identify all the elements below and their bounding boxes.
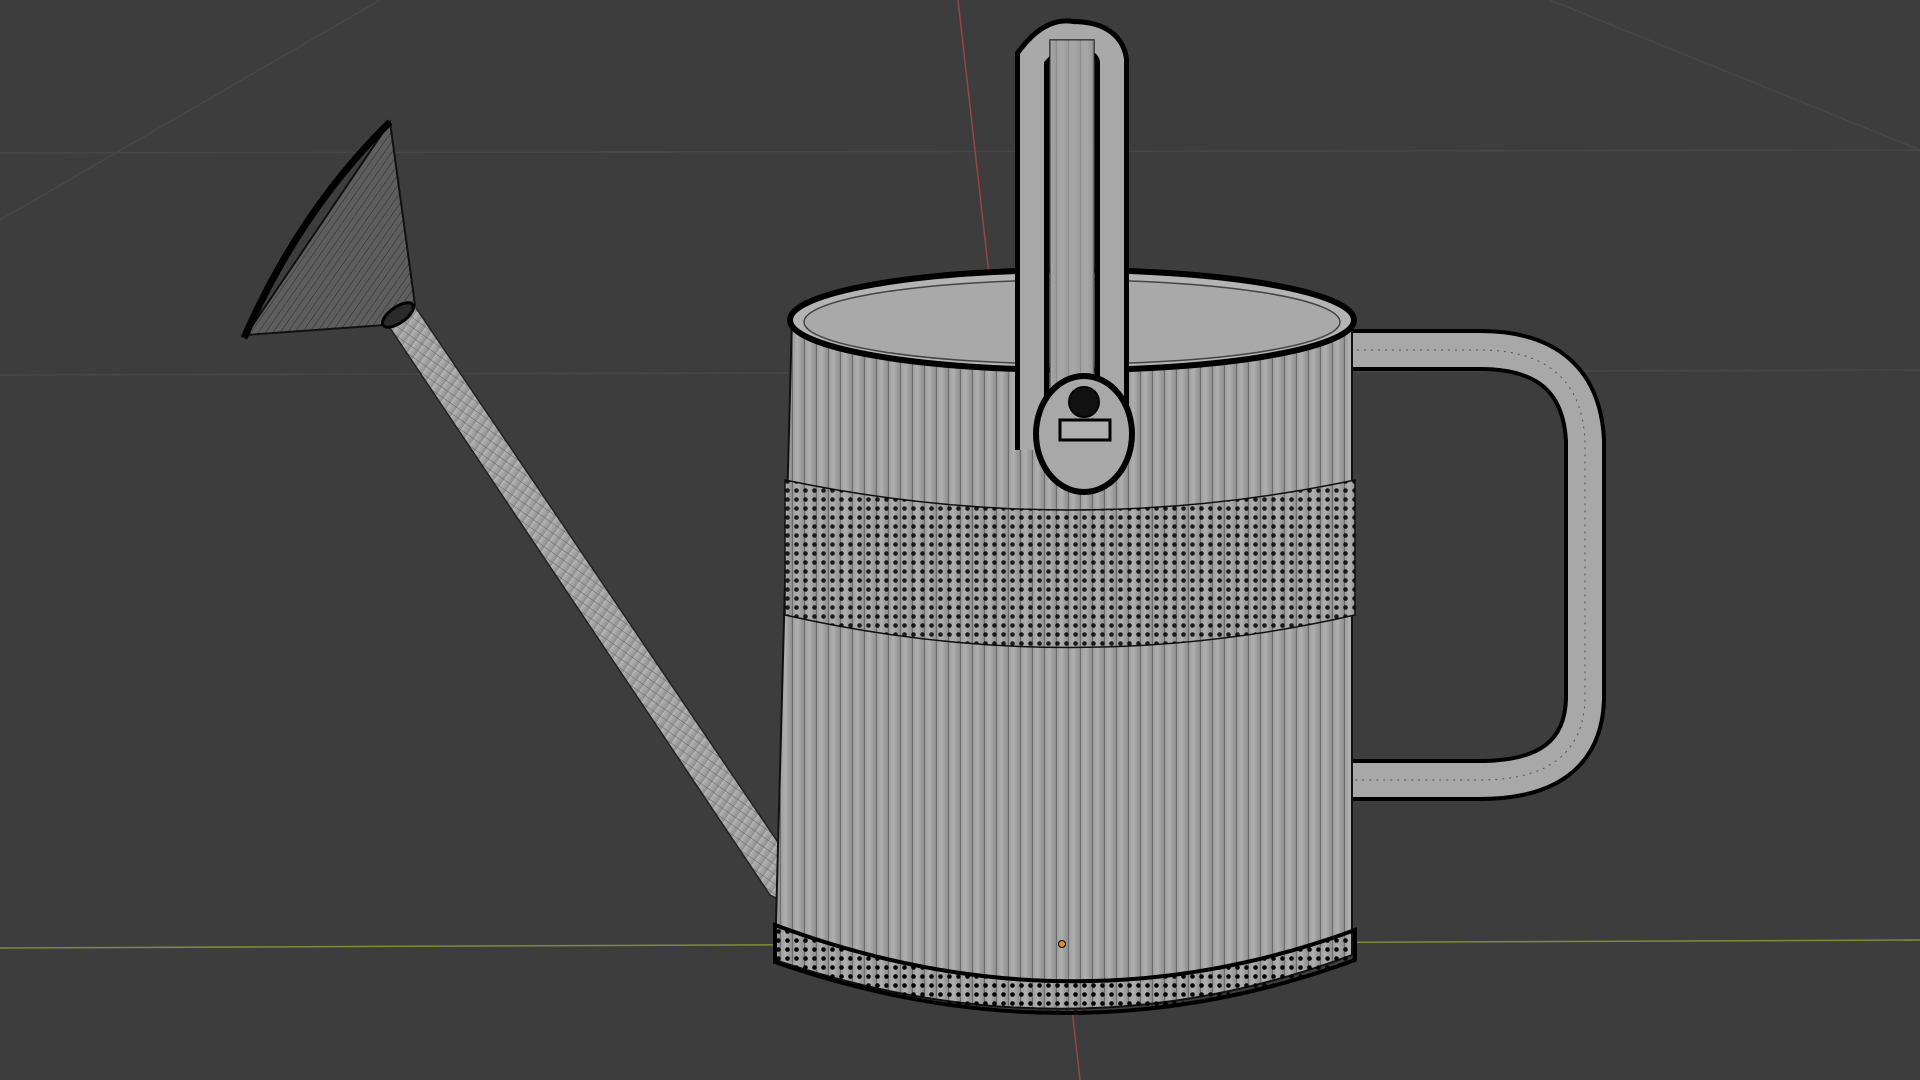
handle-hinge-plate <box>1033 373 1135 495</box>
hinge-rivet-icon <box>1068 386 1100 418</box>
rear-handle[interactable] <box>1350 329 1606 801</box>
object-origin[interactable] <box>1058 940 1066 948</box>
spout-rose[interactable] <box>240 119 417 340</box>
top-handle[interactable] <box>1015 18 1135 495</box>
spout[interactable] <box>240 119 791 907</box>
3d-viewport[interactable] <box>0 0 1920 1080</box>
